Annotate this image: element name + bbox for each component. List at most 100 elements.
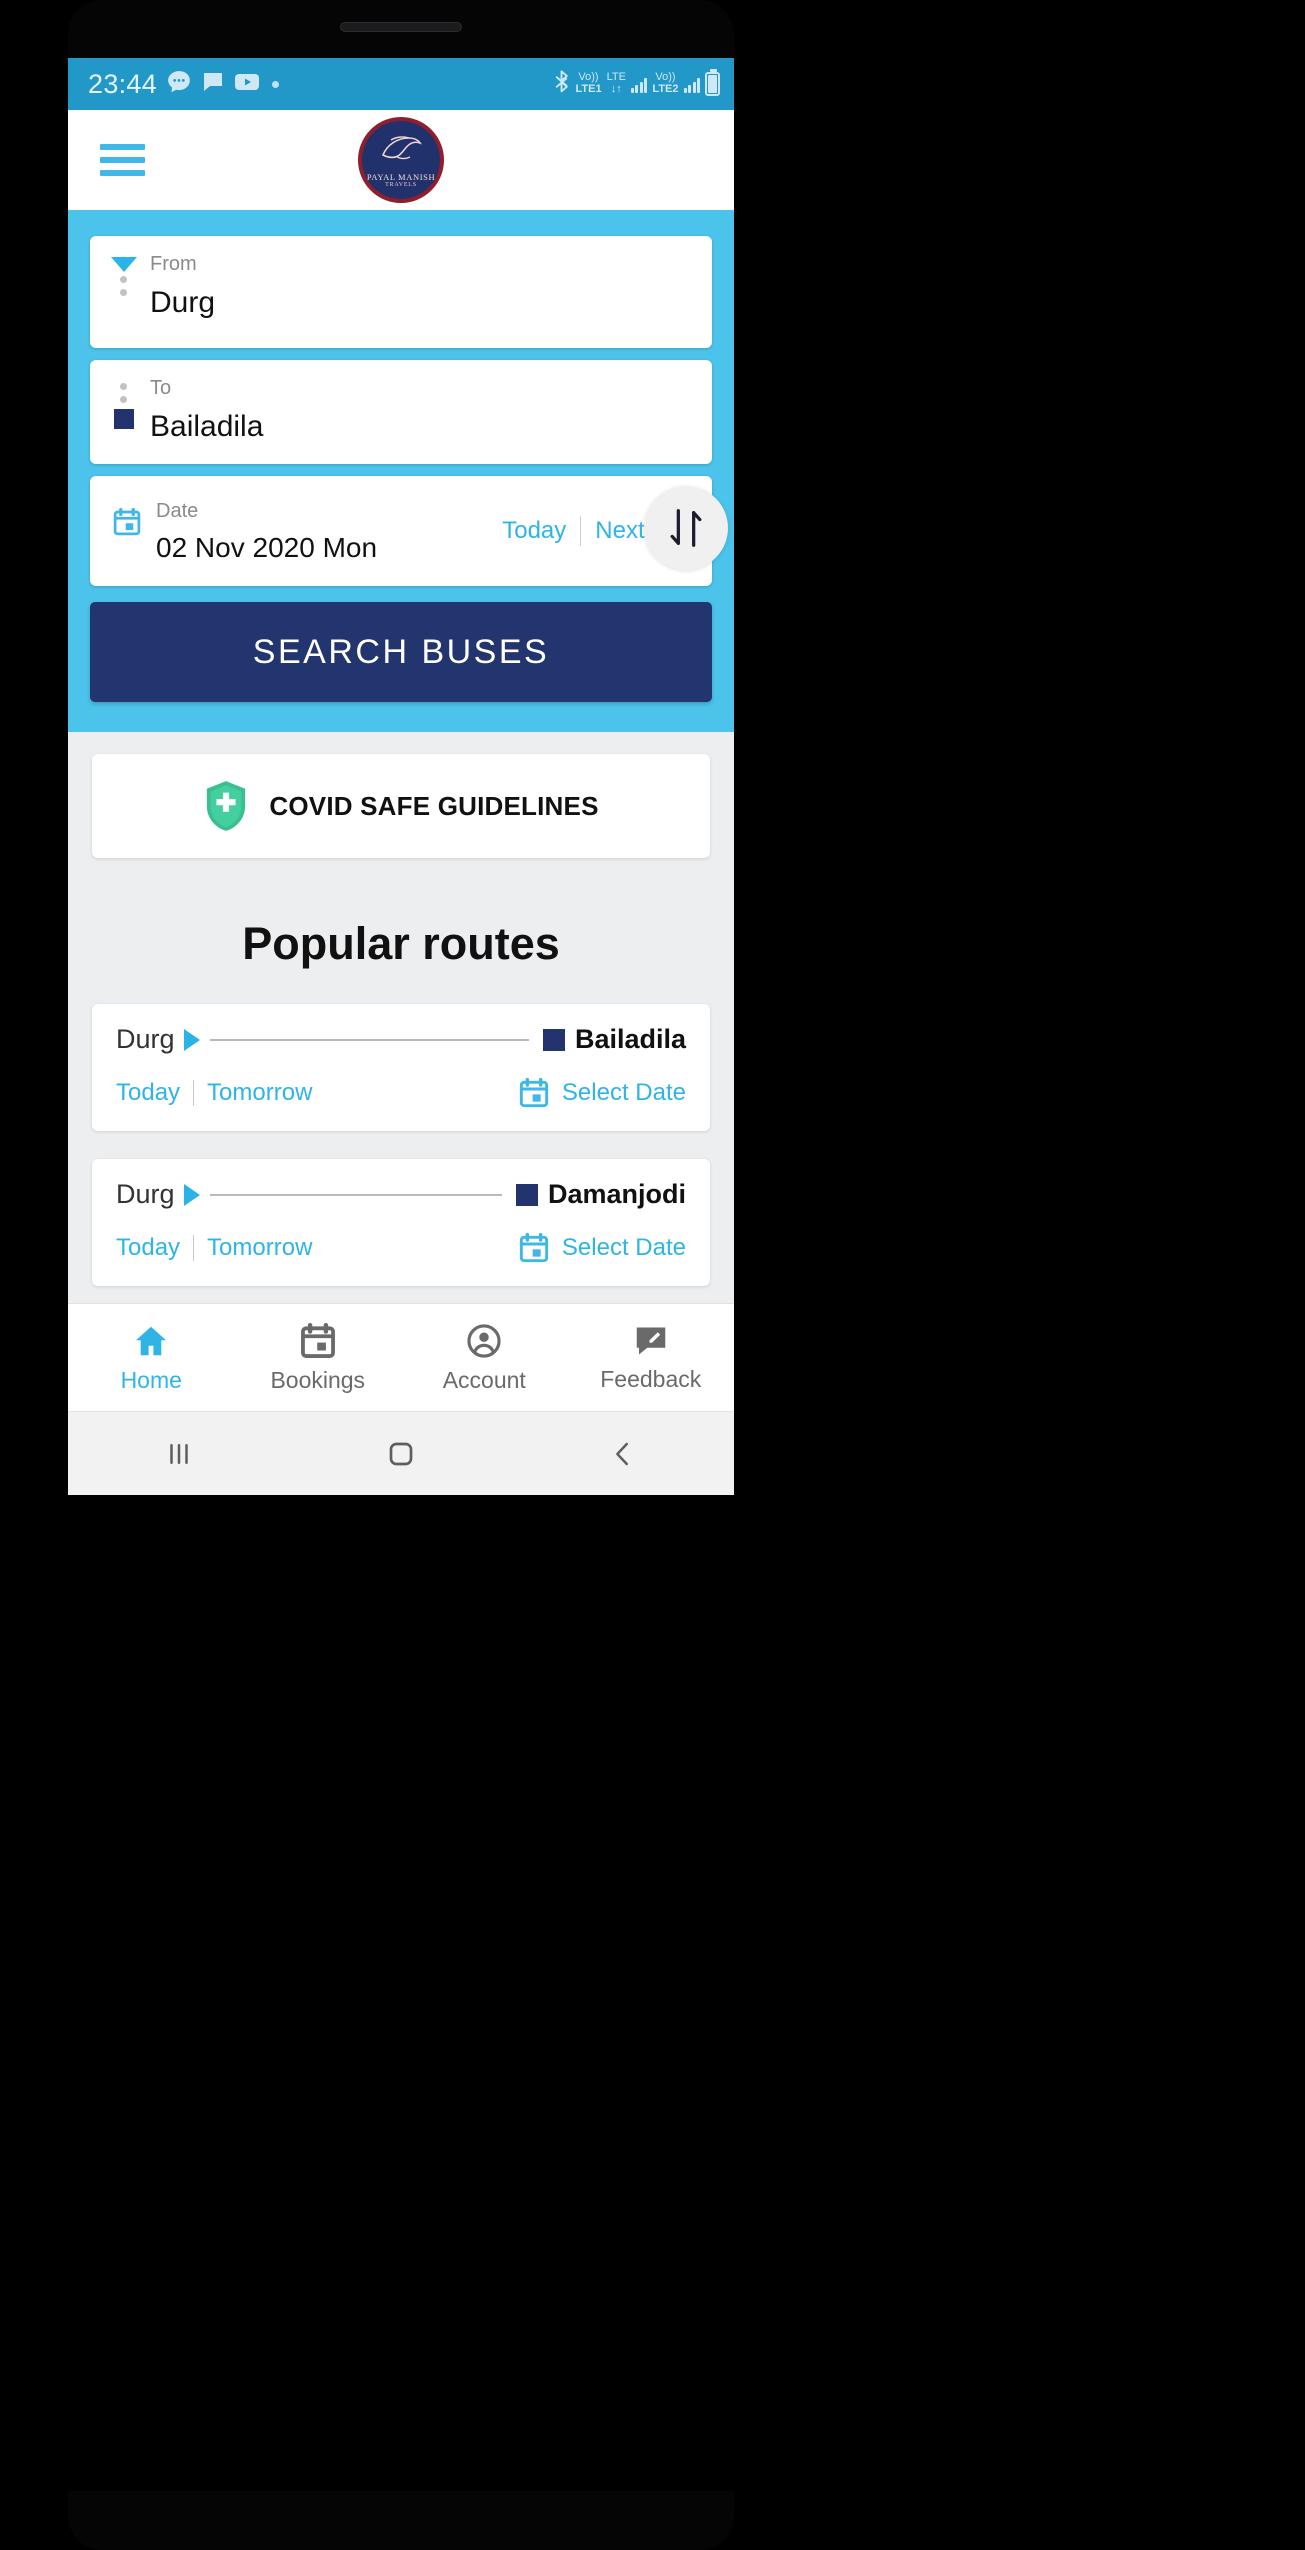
youtube-icon	[234, 72, 260, 97]
earpiece-speaker	[340, 22, 462, 32]
calendar-icon	[113, 507, 141, 535]
date-text-column: Date 02 Nov 2020 Mon	[142, 501, 377, 562]
bluetooth-icon	[553, 69, 570, 99]
route-dots-icon-2	[120, 383, 146, 403]
phone-bottom-bezel	[68, 2491, 734, 2550]
route-card-2[interactable]: Durg Damanjodi Today Tomorrow Select Dat…	[92, 1159, 710, 1286]
feedback-edit-icon	[636, 1327, 665, 1354]
from-icon-column	[111, 254, 146, 302]
swap-locations-button[interactable]	[644, 486, 728, 570]
phone-screen: 23:44 Vo)) LTE1 LTE ↓↑ Vo)) LTE2 PAYAL M…	[68, 58, 734, 1495]
route-1-select-date[interactable]: Select Date	[518, 1077, 686, 1109]
destination-square-icon	[515, 1183, 538, 1206]
search-panel: From Durg To Bailadila Date 02 Nov 2020 …	[68, 210, 734, 732]
arrow-right-icon	[183, 1183, 200, 1206]
shield-plus-icon	[207, 781, 246, 831]
nav-item-bookings[interactable]: Bookings	[235, 1322, 402, 1394]
date-link-separator	[580, 516, 582, 546]
route-2-connector-line	[209, 1193, 502, 1196]
app-header: PAYAL MANISH TRAVELS	[68, 110, 734, 210]
destination-square-icon	[114, 409, 134, 429]
back-chevron-icon[interactable]	[512, 1439, 734, 1469]
nav-label-bookings: Bookings	[270, 1366, 366, 1393]
messages-bubble-icon	[166, 69, 192, 100]
route-2-tomorrow-link[interactable]: Tomorrow	[207, 1234, 312, 1262]
destination-square-icon	[542, 1028, 565, 1051]
route-1-endpoints: Durg Bailadila	[116, 1024, 686, 1055]
route-1-select-date-label: Select Date	[561, 1079, 686, 1106]
main-content: COVID SAFE GUIDELINES Popular routes Dur…	[68, 732, 734, 1340]
route-dots-icon	[120, 276, 146, 296]
bottom-navigation: Home Bookings Account Feedback	[68, 1303, 734, 1411]
chat-icon	[201, 70, 225, 99]
route-2-link-separator	[193, 1235, 195, 1261]
logo-mark-icon	[381, 136, 422, 160]
signal-bars-icon	[630, 76, 648, 93]
route-1-connector-line	[209, 1038, 529, 1041]
swap-vertical-icon	[670, 509, 702, 547]
volte2-icon: Vo)) LTE2	[652, 71, 679, 95]
route-2-quick-links: Today Tomorrow	[116, 1234, 312, 1262]
battery-charging-icon	[705, 69, 720, 96]
date-label: Date	[156, 499, 199, 522]
popular-routes-title: Popular routes	[242, 918, 560, 969]
arrow-right-icon	[183, 1028, 200, 1051]
to-value: Bailadila	[150, 410, 264, 443]
date-value: 02 Nov 2020 Mon	[156, 531, 378, 563]
nav-item-account[interactable]: Account	[401, 1322, 568, 1394]
nav-item-feedback[interactable]: Feedback	[568, 1323, 735, 1393]
covid-guidelines-card[interactable]: COVID SAFE GUIDELINES	[92, 754, 710, 858]
route-2-select-date-label: Select Date	[561, 1234, 686, 1261]
route-2-from: Durg	[116, 1179, 175, 1209]
status-bar-left: 23:44	[88, 68, 280, 100]
hamburger-menu-icon[interactable]	[100, 137, 145, 183]
logo-name: PAYAL MANISH	[366, 172, 436, 182]
from-value: Durg	[150, 286, 216, 319]
to-icon-column	[112, 378, 146, 429]
signal-bars-2-icon	[683, 76, 700, 93]
home-icon	[136, 1326, 167, 1355]
status-bar-right: Vo)) LTE1 LTE ↓↑ Vo)) LTE2	[553, 69, 720, 99]
route-card-1[interactable]: Durg Bailadila Today Tomorrow Select Dat…	[92, 1004, 710, 1131]
to-label: To	[150, 377, 172, 399]
route-2-endpoints: Durg Damanjodi	[116, 1179, 686, 1210]
dot-indicator-icon	[272, 80, 280, 88]
from-label: From	[150, 253, 197, 275]
phone-top-bezel	[68, 0, 734, 58]
android-system-nav	[68, 1411, 734, 1495]
date-field[interactable]: Date 02 Nov 2020 Mon Today Next day	[90, 476, 712, 586]
route-1-quick-links: Today Tomorrow	[116, 1079, 312, 1107]
logo-subtitle: TRAVELS	[385, 182, 417, 188]
account-person-icon	[467, 1323, 501, 1358]
route-1-actions: Today Tomorrow Select Date	[116, 1077, 686, 1109]
home-square-icon[interactable]	[290, 1438, 512, 1470]
triangle-down-icon	[111, 257, 137, 272]
route-2-actions: Today Tomorrow Select Date	[116, 1232, 686, 1264]
app-logo: PAYAL MANISH TRAVELS	[358, 117, 444, 203]
status-bar: 23:44 Vo)) LTE1 LTE ↓↑ Vo)) LTE2	[68, 58, 734, 110]
to-field[interactable]: To Bailadila	[90, 360, 712, 464]
nav-item-home[interactable]: Home	[68, 1322, 235, 1394]
route-2-to: Damanjodi	[547, 1179, 686, 1209]
route-2-today-link[interactable]: Today	[116, 1234, 180, 1262]
calendar-icon	[519, 1077, 549, 1108]
route-1-today-link[interactable]: Today	[116, 1079, 180, 1107]
from-text-column: From Durg	[146, 254, 215, 318]
recents-icon[interactable]	[68, 1439, 290, 1469]
lte-icon: LTE ↓↑	[606, 71, 626, 95]
to-text-column: To Bailadila	[146, 378, 263, 442]
route-1-to: Bailadila	[574, 1024, 686, 1054]
route-1-tomorrow-link[interactable]: Tomorrow	[207, 1079, 312, 1107]
status-bar-clock: 23:44	[88, 68, 158, 99]
volte1-icon: Vo)) LTE1	[575, 71, 602, 95]
from-field[interactable]: From Durg	[90, 236, 712, 348]
date-left-group: Date 02 Nov 2020 Mon	[112, 501, 377, 562]
nav-label-home: Home	[120, 1366, 182, 1393]
route-1-from: Durg	[116, 1024, 175, 1054]
calendar-icon	[519, 1232, 549, 1263]
route-2-select-date[interactable]: Select Date	[518, 1232, 686, 1264]
search-buses-button[interactable]: SEARCH BUSES	[90, 602, 712, 702]
today-link[interactable]: Today	[502, 517, 566, 545]
nav-label-feedback: Feedback	[600, 1365, 702, 1392]
bookings-calendar-icon	[300, 1322, 335, 1358]
